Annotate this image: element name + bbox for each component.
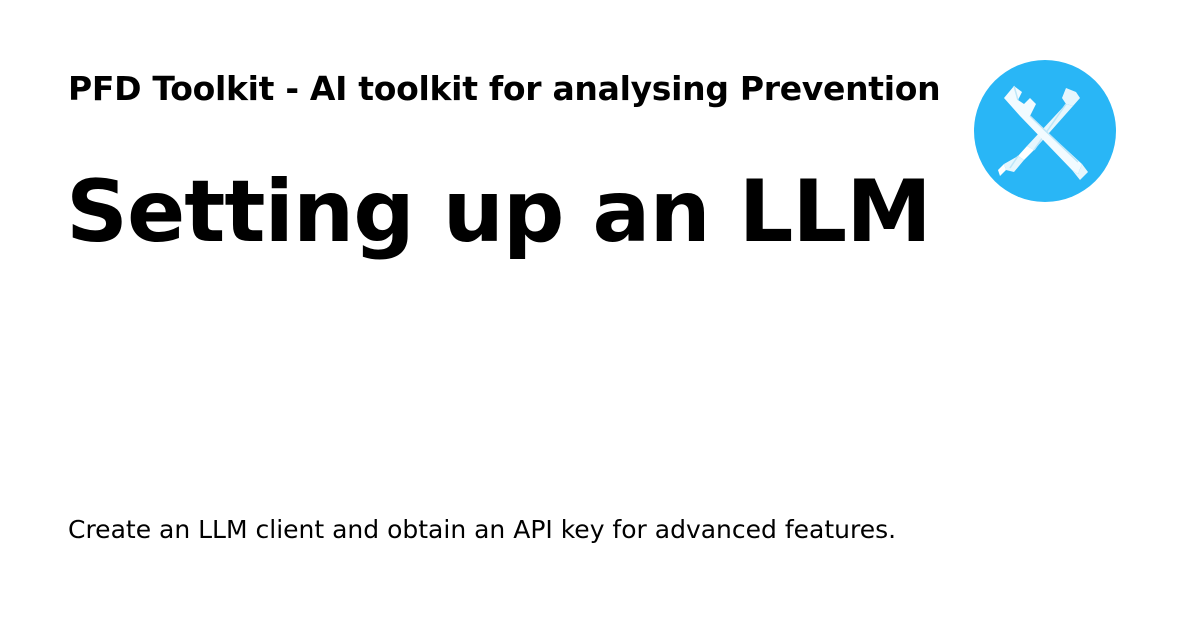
wrench-screwdriver-icon <box>974 60 1116 202</box>
logo <box>974 60 1116 202</box>
site-title: PFD Toolkit - AI toolkit for analysing P… <box>68 69 941 108</box>
page-description: Create an LLM client and obtain an API k… <box>68 515 897 544</box>
page-title: Setting up an LLM <box>66 162 932 262</box>
social-card: PFD Toolkit - AI toolkit for analysing P… <box>0 0 1200 630</box>
